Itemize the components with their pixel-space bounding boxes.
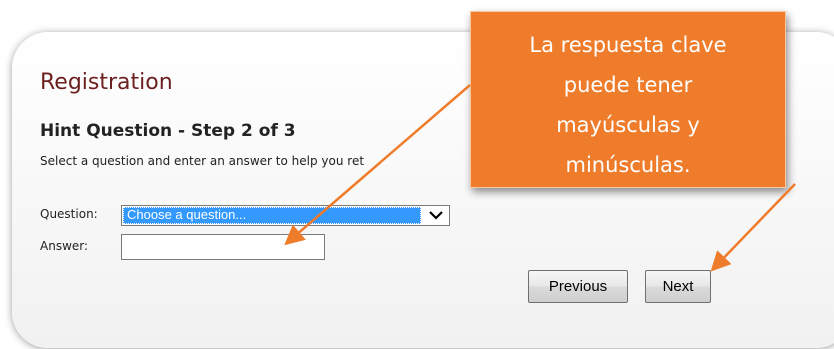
chevron-down-icon[interactable] bbox=[424, 207, 448, 224]
callout-line: mayúsculas y bbox=[556, 113, 700, 137]
page-title: Registration bbox=[40, 70, 173, 95]
question-label: Question: bbox=[40, 207, 98, 221]
answer-input[interactable] bbox=[121, 234, 325, 260]
step-heading: Hint Question - Step 2 of 3 bbox=[40, 121, 296, 141]
callout-box: La respuesta clave puede tener mayúscula… bbox=[470, 11, 786, 188]
callout-line: La respuesta clave bbox=[529, 33, 727, 57]
answer-label: Answer: bbox=[40, 239, 89, 253]
callout-line: minúsculas. bbox=[565, 153, 691, 177]
callout-line: puede tener bbox=[563, 73, 693, 97]
next-button[interactable]: Next bbox=[645, 270, 711, 303]
question-select[interactable]: Choose a question... bbox=[121, 205, 450, 226]
instructions-text: Select a question and enter an answer to… bbox=[40, 154, 365, 168]
previous-button[interactable]: Previous bbox=[528, 270, 628, 303]
question-select-value: Choose a question... bbox=[123, 207, 421, 224]
